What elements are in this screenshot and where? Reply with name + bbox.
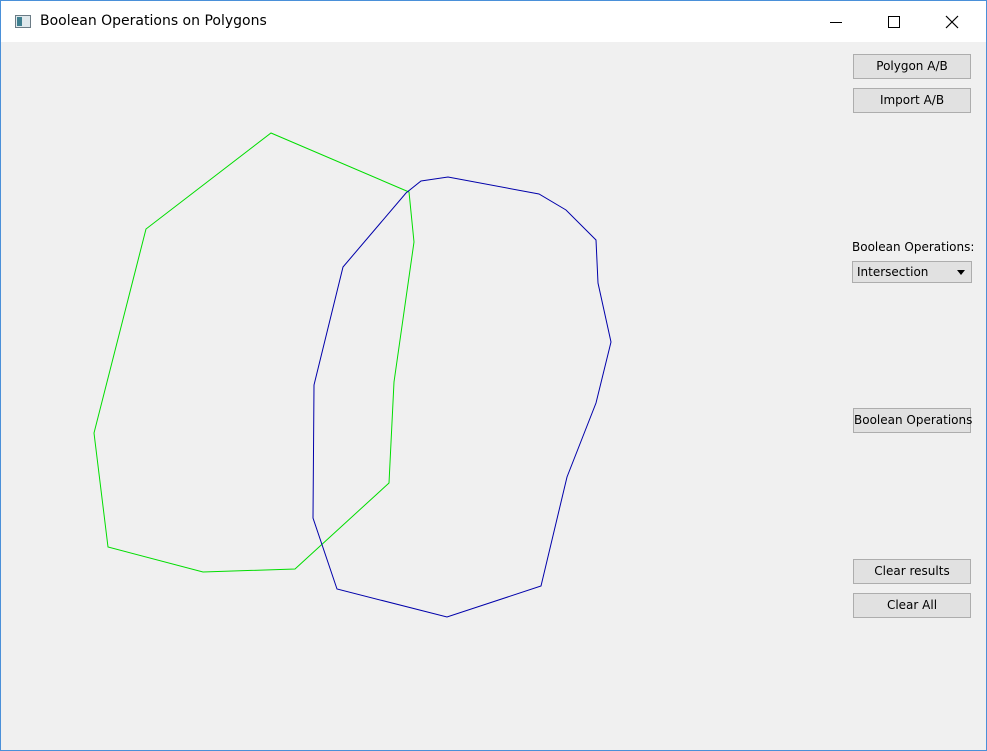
maximize-icon bbox=[888, 16, 900, 28]
app-window: Boolean Operations on Polygons Polygon A… bbox=[0, 0, 987, 751]
close-button[interactable] bbox=[929, 1, 975, 42]
polygon-b bbox=[312, 176, 612, 618]
operation-select-value: Intersection bbox=[857, 265, 929, 279]
clear-all-button[interactable]: Clear All bbox=[853, 593, 971, 618]
boolean-operations-button[interactable]: Boolean Operations bbox=[853, 408, 972, 433]
boolean-operations-label: Boolean Operations: bbox=[852, 240, 975, 254]
window-title: Boolean Operations on Polygons bbox=[40, 13, 267, 29]
operation-select[interactable]: Intersection bbox=[852, 261, 972, 283]
minimize-icon bbox=[830, 22, 842, 23]
title-bar[interactable]: Boolean Operations on Polygons bbox=[1, 1, 986, 42]
maximize-button[interactable] bbox=[871, 1, 917, 42]
polygon-a bbox=[93, 132, 415, 573]
clear-results-button[interactable]: Clear results bbox=[853, 559, 971, 584]
chevron-down-icon bbox=[957, 270, 965, 275]
close-icon bbox=[945, 15, 959, 29]
polygon-ab-button[interactable]: Polygon A/B bbox=[853, 54, 971, 79]
drawing-canvas[interactable] bbox=[1, 42, 986, 750]
app-window-icon bbox=[15, 15, 31, 28]
import-ab-button[interactable]: Import A/B bbox=[853, 88, 971, 113]
minimize-button[interactable] bbox=[813, 1, 859, 42]
